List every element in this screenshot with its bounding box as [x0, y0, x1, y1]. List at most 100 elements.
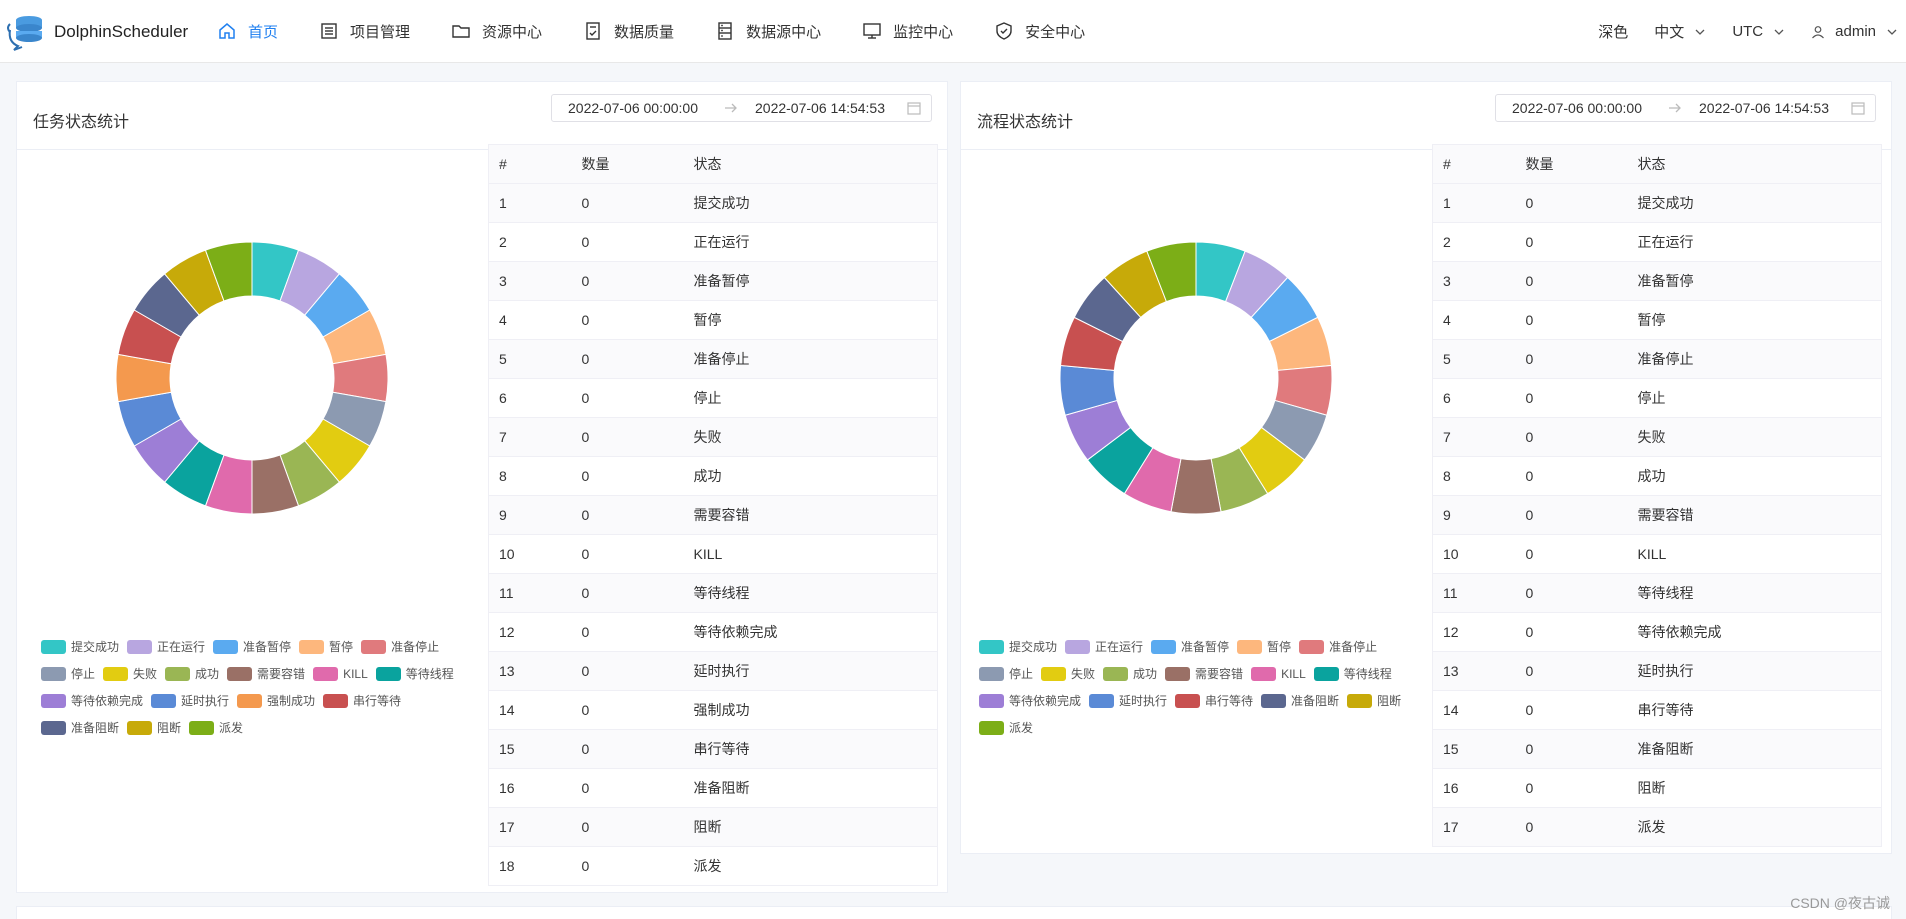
user-name: admin	[1835, 23, 1876, 40]
legend-item[interactable]: 正在运行	[1065, 635, 1143, 659]
user-dropdown[interactable]: admin	[1811, 23, 1898, 40]
table-cell: 阻断	[1627, 768, 1882, 808]
legend-label: 停止	[71, 667, 96, 681]
legend-swatch	[41, 721, 66, 735]
legend-swatch	[151, 694, 177, 708]
table-cell: 0	[571, 339, 684, 379]
nav-item-datasource[interactable]: 数据源中心	[716, 0, 821, 63]
legend-item[interactable]: 阻断	[127, 716, 181, 740]
legend-item[interactable]: 阻断	[1347, 689, 1401, 713]
table-row: 3 0 准备暂停	[1432, 261, 1882, 301]
table-cell: 失败	[1627, 417, 1882, 457]
legend-item[interactable]: 准备暂停	[1151, 635, 1229, 659]
nav-item-monitor[interactable]: 监控中心	[863, 0, 953, 63]
legend-item[interactable]: 等待线程	[1313, 662, 1392, 686]
legend-item[interactable]: 准备阻断	[41, 716, 119, 740]
table-row: 15 0 串行等待	[488, 729, 938, 769]
column-header: 数量	[571, 144, 684, 184]
date-range-picker[interactable]: 2022-07-06 00:00:00 2022-07-06 14:54:53	[551, 94, 932, 122]
legend-swatch	[1151, 640, 1177, 654]
legend-item[interactable]: 成功	[1103, 662, 1157, 686]
nav-item-security[interactable]: 安全中心	[995, 0, 1085, 63]
legend-item[interactable]: 需要容错	[1165, 662, 1243, 686]
nav-item-resources[interactable]: 资源中心	[452, 0, 542, 63]
table-row: 15 0 准备阻断	[1432, 729, 1882, 769]
legend-swatch	[1313, 667, 1339, 681]
legend-item[interactable]: KILL	[313, 662, 368, 686]
legend-item[interactable]: 停止	[979, 662, 1033, 686]
table-cell: 暂停	[683, 300, 938, 340]
table-cell: 8	[488, 456, 572, 496]
table-cell: 10	[488, 534, 572, 574]
table-cell: 0	[571, 456, 684, 496]
legend-label: 停止	[1009, 667, 1034, 681]
date-range-picker[interactable]: 2022-07-06 00:00:00 2022-07-06 14:54:53	[1495, 94, 1876, 122]
legend-item[interactable]: 提交成功	[979, 635, 1057, 659]
table-cell: 0	[1515, 222, 1628, 262]
legend-swatch	[227, 667, 253, 681]
legend-swatch	[361, 640, 387, 654]
theme-toggle[interactable]: 深色	[1598, 21, 1628, 42]
legend-item[interactable]: 准备阻断	[1261, 689, 1339, 713]
home-icon	[218, 22, 238, 42]
legend-label: 暂停	[1267, 640, 1292, 654]
legend-swatch	[127, 640, 153, 654]
task-status-donut-chart	[116, 242, 388, 514]
table-cell: 暂停	[1627, 300, 1882, 340]
legend-item[interactable]: 准备停止	[361, 635, 439, 659]
legend-item[interactable]: 成功	[165, 662, 219, 686]
legend-item[interactable]: 等待依赖完成	[41, 689, 143, 713]
legend-item[interactable]: 等待线程	[375, 662, 454, 686]
legend-item[interactable]: 派发	[189, 716, 243, 740]
table-cell: 派发	[1627, 807, 1882, 847]
nav-item-projects[interactable]: 项目管理	[320, 0, 410, 63]
document-check-icon	[584, 21, 604, 42]
legend-swatch	[237, 694, 263, 708]
table-cell: 3	[488, 261, 572, 301]
legend-item[interactable]: 串行等待	[1175, 689, 1253, 713]
legend-item[interactable]: 派发	[979, 716, 1033, 740]
legend-item[interactable]: KILL	[1251, 662, 1306, 686]
column-header: 状态	[683, 144, 938, 184]
legend-label: 失败	[133, 667, 158, 681]
legend-swatch	[1175, 694, 1201, 708]
legend-item[interactable]: 暂停	[1237, 635, 1291, 659]
legend-item[interactable]: 暂停	[299, 635, 353, 659]
table-row: 4 0 暂停	[488, 300, 938, 340]
nav-label: 资源中心	[482, 24, 543, 41]
legend-item[interactable]: 延时执行	[1089, 689, 1167, 713]
legend-swatch	[165, 667, 191, 681]
card-title: 任务状态统计	[33, 114, 130, 131]
app-logo[interactable]: DolphinScheduler	[6, 12, 188, 52]
legend-item[interactable]: 提交成功	[41, 635, 119, 659]
table-cell: 失败	[683, 417, 938, 457]
language-dropdown[interactable]: 中文	[1654, 21, 1706, 42]
legend-item[interactable]: 强制成功	[237, 689, 315, 713]
legend-label: 准备阻断	[1291, 694, 1340, 708]
legend-item[interactable]: 串行等待	[323, 689, 401, 713]
table-cell: 15	[1432, 729, 1516, 769]
legend-item[interactable]: 准备暂停	[213, 635, 291, 659]
table-row: 12 0 等待依赖完成	[1432, 612, 1882, 652]
table-cell: 0	[1515, 651, 1628, 691]
legend-item[interactable]: 延时执行	[151, 689, 229, 713]
legend-item[interactable]: 需要容错	[227, 662, 305, 686]
table-cell: 提交成功	[1627, 183, 1882, 223]
legend-item[interactable]: 停止	[41, 662, 95, 686]
table-cell: 0	[571, 807, 684, 847]
table-cell: 0	[571, 573, 684, 613]
table-cell: 强制成功	[683, 690, 938, 730]
timezone-dropdown[interactable]: UTC	[1732, 23, 1785, 40]
legend-label: 失败	[1071, 667, 1096, 681]
legend-item[interactable]: 失败	[1041, 662, 1095, 686]
table-cell: 需要容错	[683, 495, 938, 535]
legend-item[interactable]: 失败	[103, 662, 157, 686]
legend-item[interactable]: 正在运行	[127, 635, 205, 659]
nav-item-data-quality[interactable]: 数据质量	[584, 0, 674, 63]
table-cell: 12	[1432, 612, 1516, 652]
nav-item-home[interactable]: 首页	[218, 0, 278, 63]
table-row: 2 0 正在运行	[1432, 222, 1882, 262]
table-row: 1 0 提交成功	[488, 183, 938, 223]
legend-item[interactable]: 等待依赖完成	[979, 689, 1081, 713]
legend-item[interactable]: 准备停止	[1299, 635, 1377, 659]
